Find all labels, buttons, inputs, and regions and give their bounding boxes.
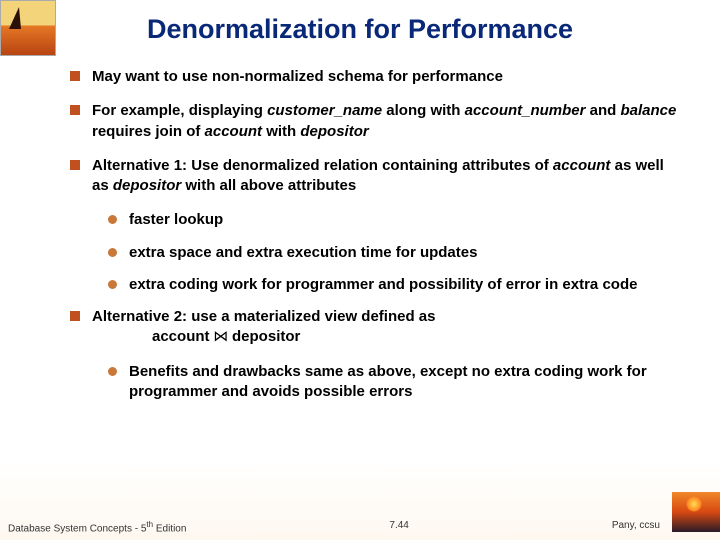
sub-bullet-4-text: Benefits and drawbacks same as above, ex… <box>129 362 680 403</box>
sub-bullet-4: Benefits and drawbacks same as above, ex… <box>108 362 680 403</box>
circle-bullet-icon <box>108 280 117 289</box>
sub-bullet-1: faster lookup <box>108 210 680 230</box>
circle-bullet-icon <box>108 248 117 257</box>
logo-top-left <box>0 0 56 56</box>
sub-bullet-1-text: faster lookup <box>129 210 223 230</box>
square-bullet-icon <box>70 71 80 81</box>
sub-bullet-2-text: extra space and extra execution time for… <box>129 243 477 263</box>
bullet-4-text: Alternative 2: use a materialized view d… <box>92 307 435 348</box>
bullet-1: May want to use non-normalized schema fo… <box>70 67 680 87</box>
square-bullet-icon <box>70 311 80 321</box>
square-bullet-icon <box>70 105 80 115</box>
slide-body: May want to use non-normalized schema fo… <box>0 67 720 402</box>
bullet-3-text: Alternative 1: Use denormalized relation… <box>92 156 680 197</box>
sub-bullet-3-text: extra coding work for programmer and pos… <box>129 275 637 295</box>
sub-bullet-2: extra space and extra execution time for… <box>108 243 680 263</box>
bullet-2-text: For example, displaying customer_name al… <box>92 101 680 142</box>
circle-bullet-icon <box>108 367 117 376</box>
sub-bullet-3: extra coding work for programmer and pos… <box>108 275 680 295</box>
slide-title: Denormalization for Performance <box>0 0 720 67</box>
footer-center: 7.44 <box>389 520 408 534</box>
bullet-2: For example, displaying customer_name al… <box>70 101 680 142</box>
circle-bullet-icon <box>108 215 117 224</box>
footer-right: Pany, ccsu <box>612 520 660 534</box>
footer-left: Database System Concepts - 5th Edition <box>8 520 186 534</box>
natural-join-icon: ⋈ <box>210 329 233 345</box>
bullet-1-text: May want to use non-normalized schema fo… <box>92 67 503 87</box>
bullet-3: Alternative 1: Use denormalized relation… <box>70 156 680 197</box>
square-bullet-icon <box>70 160 80 170</box>
slide-footer: Database System Concepts - 5th Edition 7… <box>0 520 720 534</box>
bullet-4: Alternative 2: use a materialized view d… <box>70 307 680 348</box>
